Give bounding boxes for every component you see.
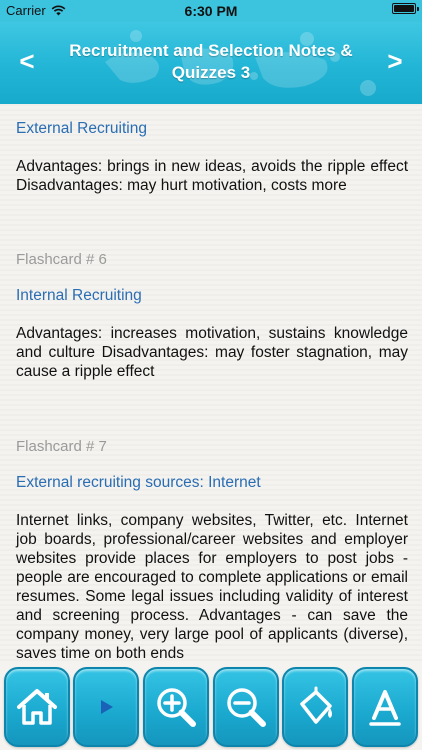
flashcard-6: Flashcard # 6 Internal Recruiting Advant… <box>16 251 408 381</box>
status-right <box>392 3 419 14</box>
flashcard-term: External recruiting sources: Internet <box>16 474 261 491</box>
decorative-bubble <box>360 80 376 96</box>
zoom-out-button[interactable] <box>212 667 279 747</box>
flashcard-label: Flashcard # 7 <box>16 438 107 455</box>
flashcard-content[interactable]: External Recruiting Advantages: brings i… <box>0 104 422 664</box>
flashcard-definition: Internet links, company websites, Twitte… <box>16 512 408 662</box>
play-icon <box>101 700 114 714</box>
theme-color-button[interactable] <box>282 667 349 747</box>
app-header: < Recruitment and Selection Notes & Quiz… <box>0 22 422 104</box>
status-time: 6:30 PM <box>184 3 238 19</box>
font-button[interactable] <box>352 667 419 747</box>
flashcard-definition: Advantages: brings in new ideas, avoids … <box>16 158 408 194</box>
battery-icon <box>392 3 419 14</box>
paint-bucket-icon <box>300 686 333 724</box>
flashcard-term: External Recruiting <box>16 120 147 137</box>
font-icon <box>369 690 401 726</box>
zoom-in-button[interactable] <box>143 667 210 747</box>
next-button[interactable]: > <box>380 46 410 76</box>
previous-button[interactable]: < <box>12 46 42 76</box>
page-title: Recruitment and Selection Notes & Quizze… <box>69 41 353 82</box>
flashcard-5: External Recruiting Advantages: brings i… <box>16 120 408 195</box>
home-button[interactable] <box>3 667 70 747</box>
home-icon <box>16 689 57 725</box>
play-button[interactable] <box>73 667 140 747</box>
flashcard-definition: Advantages: increases motivation, sustai… <box>16 325 408 380</box>
flashcard-7: Flashcard # 7 External recruiting source… <box>16 438 408 663</box>
zoom-in-icon <box>157 688 197 727</box>
flashcard-label: Flashcard # 6 <box>16 251 107 268</box>
status-bar: Carrier 6:30 PM <box>0 0 422 22</box>
bottom-toolbar <box>0 664 422 750</box>
flashcard-term: Internal Recruiting <box>16 287 142 304</box>
zoom-out-icon <box>227 688 266 727</box>
